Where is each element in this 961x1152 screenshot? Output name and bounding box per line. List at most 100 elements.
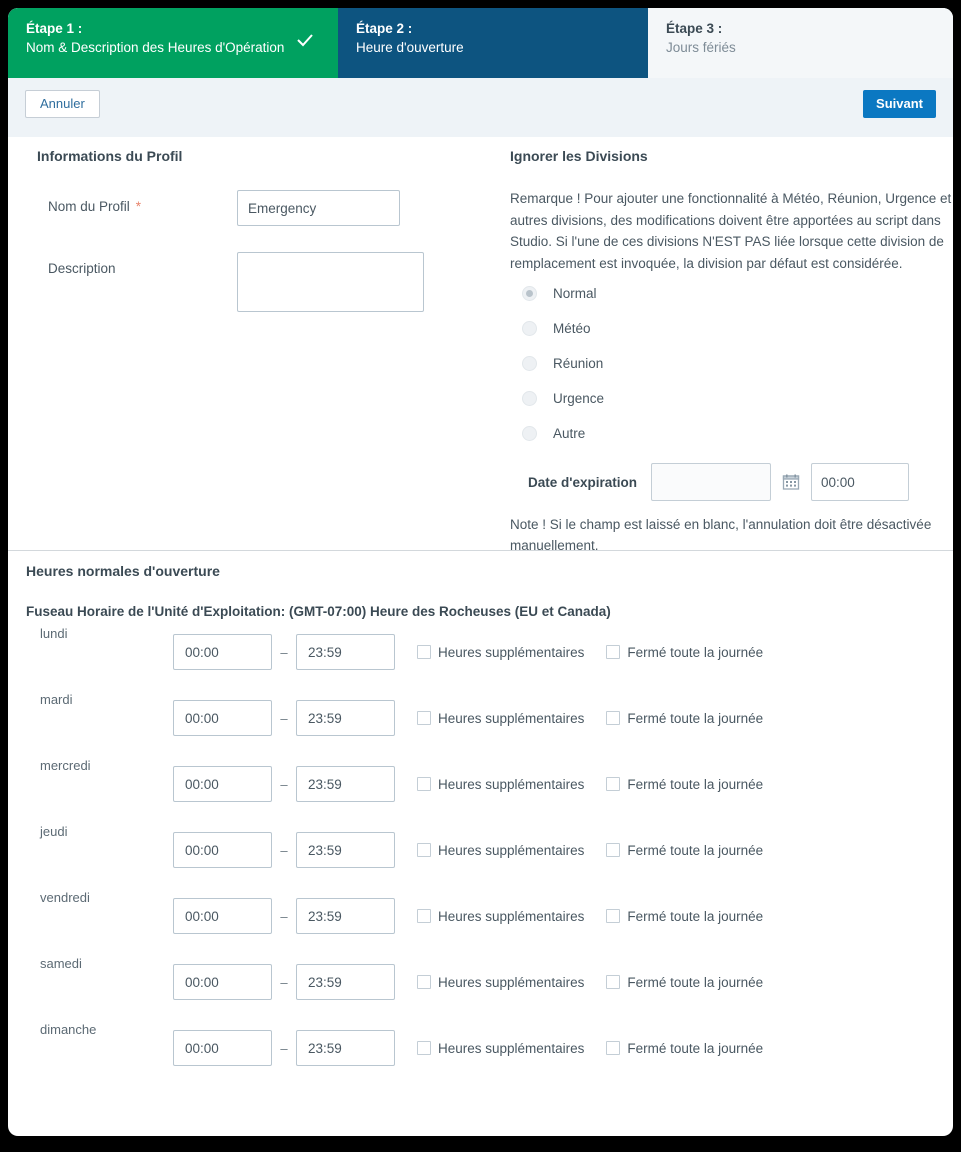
day-end-time-input[interactable] bbox=[296, 1030, 395, 1066]
overtime-checkbox[interactable] bbox=[417, 1041, 431, 1055]
day-end-time-input[interactable] bbox=[296, 700, 395, 736]
division-option-normal[interactable]: Normal bbox=[522, 276, 953, 311]
division-label-autre: Autre bbox=[553, 426, 586, 441]
closed-checkbox-wrap[interactable]: Fermé toute la journée bbox=[606, 711, 763, 726]
profile-section-title: Informations du Profil bbox=[37, 148, 183, 164]
closed-checkbox-wrap[interactable]: Fermé toute la journée bbox=[606, 909, 763, 924]
day-end-time-input[interactable] bbox=[296, 634, 395, 670]
profile-name-row: Nom du Profil * bbox=[37, 190, 487, 226]
step-2-tab[interactable]: Étape 2 : Heure d'ouverture bbox=[338, 8, 648, 78]
closed-checkbox-wrap[interactable]: Fermé toute la journée bbox=[606, 777, 763, 792]
overtime-checkbox-wrap[interactable]: Heures supplémentaires bbox=[417, 909, 584, 924]
time-range-separator: – bbox=[280, 1040, 288, 1056]
day-start-time-input[interactable] bbox=[173, 634, 272, 670]
day-name-label: lundi bbox=[40, 626, 68, 641]
overtime-checkbox-wrap[interactable]: Heures supplémentaires bbox=[417, 777, 584, 792]
day-end-time-input[interactable] bbox=[296, 766, 395, 802]
calendar-icon[interactable] bbox=[782, 473, 800, 491]
radio-icon-urgence[interactable] bbox=[522, 391, 537, 406]
overtime-checkbox[interactable] bbox=[417, 645, 431, 659]
expiration-time-input[interactable] bbox=[810, 463, 909, 501]
closed-checkbox[interactable] bbox=[606, 777, 621, 791]
day-name-label: vendredi bbox=[40, 890, 90, 905]
divisions-note: Remarque ! Pour ajouter une fonctionnali… bbox=[510, 191, 952, 271]
division-option-urgence[interactable]: Urgence bbox=[522, 381, 953, 416]
radio-icon-reunion[interactable] bbox=[522, 356, 537, 371]
overtime-checkbox[interactable] bbox=[417, 843, 431, 857]
day-end-time-input[interactable] bbox=[296, 964, 395, 1000]
closed-checkbox-wrap[interactable]: Fermé toute la journée bbox=[606, 645, 763, 660]
closed-checkbox[interactable] bbox=[606, 1041, 621, 1055]
overtime-checkbox-wrap[interactable]: Heures supplémentaires bbox=[417, 975, 584, 990]
step-1-label: Nom & Description des Heures d'Opération bbox=[26, 40, 285, 55]
overtime-checkbox[interactable] bbox=[417, 909, 431, 923]
day-start-time-input[interactable] bbox=[173, 832, 272, 868]
closed-checkbox-wrap[interactable]: Fermé toute la journée bbox=[606, 1041, 763, 1056]
day-rows-container: lundi – Heures supplémentaires Fermé toute … bbox=[8, 619, 953, 1081]
division-option-reunion[interactable]: Réunion bbox=[522, 346, 953, 381]
required-star: * bbox=[135, 199, 142, 214]
step-1-tab[interactable]: Étape 1 : Nom & Description des Heures d… bbox=[8, 8, 338, 78]
day-row: samedi – Heures supplémentaires Fermé toute… bbox=[8, 949, 953, 1015]
closed-checkbox[interactable] bbox=[606, 711, 621, 725]
closed-label: Fermé toute la journée bbox=[627, 644, 764, 660]
radio-icon-autre[interactable] bbox=[522, 426, 537, 441]
overtime-checkbox-wrap[interactable]: Heures supplémentaires bbox=[417, 1041, 584, 1056]
profile-name-input[interactable] bbox=[237, 190, 400, 226]
closed-label: Fermé toute la journée bbox=[627, 842, 764, 858]
next-button[interactable]: Suivant bbox=[863, 90, 936, 118]
expiration-label: Date d'expiration bbox=[528, 474, 637, 490]
day-start-time-input[interactable] bbox=[173, 700, 272, 736]
division-option-meteo[interactable]: Météo bbox=[522, 311, 953, 346]
closed-checkbox-wrap[interactable]: Fermé toute la journée bbox=[606, 975, 763, 990]
day-start-time-input[interactable] bbox=[173, 766, 272, 802]
step-3-tab[interactable]: Étape 3 : Jours fériés bbox=[648, 8, 953, 78]
division-label-meteo: Météo bbox=[553, 321, 591, 336]
profile-description-textarea[interactable] bbox=[237, 252, 424, 312]
divisions-panel: Ignorer les Divisions Remarque ! Pour aj… bbox=[510, 148, 953, 556]
day-start-time-input[interactable] bbox=[173, 898, 272, 934]
closed-label: Fermé toute la journée bbox=[627, 908, 764, 924]
overtime-checkbox-wrap[interactable]: Heures supplémentaires bbox=[417, 843, 584, 858]
overtime-label: Heures supplémentaires bbox=[438, 842, 585, 858]
division-label-reunion: Réunion bbox=[553, 356, 604, 371]
overtime-checkbox-wrap[interactable]: Heures supplémentaires bbox=[417, 645, 584, 660]
division-option-autre[interactable]: Autre bbox=[522, 416, 953, 451]
expiration-note: Note ! Si le champ est laissé en blanc, … bbox=[510, 517, 932, 553]
overtime-checkbox[interactable] bbox=[417, 777, 431, 791]
expiration-date-input[interactable] bbox=[650, 463, 771, 501]
closed-checkbox[interactable] bbox=[606, 843, 621, 857]
day-start-time-input[interactable] bbox=[173, 1030, 272, 1066]
closed-label: Fermé toute la journée bbox=[627, 974, 764, 990]
overtime-checkbox-wrap[interactable]: Heures supplémentaires bbox=[417, 711, 584, 726]
closed-checkbox[interactable] bbox=[606, 909, 621, 923]
day-name-label: samedi bbox=[40, 956, 82, 971]
closed-checkbox-wrap[interactable]: Fermé toute la journée bbox=[606, 843, 763, 858]
step-2-number: Étape 2 : bbox=[356, 21, 413, 36]
time-range-separator: – bbox=[280, 776, 288, 792]
day-name-label: jeudi bbox=[40, 824, 68, 839]
overtime-checkbox[interactable] bbox=[417, 711, 431, 725]
overtime-checkbox[interactable] bbox=[417, 975, 431, 989]
closed-checkbox[interactable] bbox=[606, 645, 621, 659]
day-start-time-input[interactable] bbox=[173, 964, 272, 1000]
closed-checkbox[interactable] bbox=[606, 975, 621, 989]
overtime-label: Heures supplémentaires bbox=[438, 1040, 585, 1056]
time-range-separator: – bbox=[280, 710, 288, 726]
step-1-text: Étape 1 : Nom & Description des Heures d… bbox=[26, 19, 294, 57]
divisions-section-title: Ignorer les Divisions bbox=[510, 148, 648, 164]
closed-label: Fermé toute la journée bbox=[627, 710, 764, 726]
day-end-time-input[interactable] bbox=[296, 832, 395, 868]
cancel-button[interactable]: Annuler bbox=[25, 90, 100, 118]
overtime-label: Heures supplémentaires bbox=[438, 908, 585, 924]
closed-label: Fermé toute la journée bbox=[627, 776, 764, 792]
timezone-line: Fuseau Horaire de l'Unité d'Exploitation… bbox=[26, 604, 611, 619]
day-end-time-input[interactable] bbox=[296, 898, 395, 934]
time-range-separator: – bbox=[280, 842, 288, 858]
radio-icon-normal[interactable] bbox=[522, 286, 537, 301]
expiration-row: Date d'expiration bbox=[510, 463, 953, 501]
time-range-separator: – bbox=[280, 974, 288, 990]
radio-icon-meteo[interactable] bbox=[522, 321, 537, 336]
overtime-label: Heures supplémentaires bbox=[438, 776, 585, 792]
business-hours-section: Heures normales d'ouverture Fuseau Horai… bbox=[8, 551, 953, 1081]
